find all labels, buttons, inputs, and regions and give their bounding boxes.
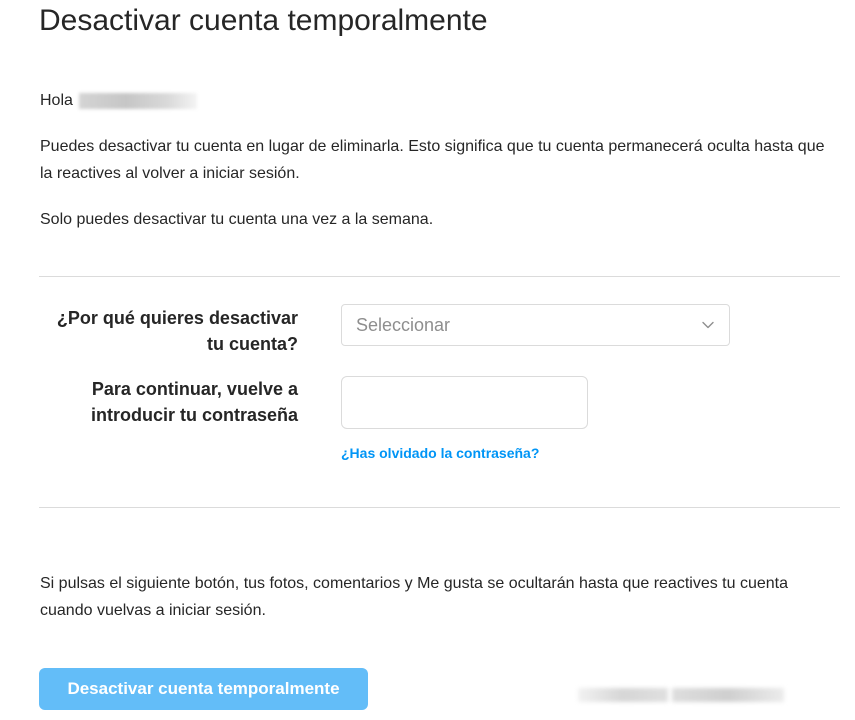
reason-select-value: Seleccionar	[356, 314, 451, 335]
redacted-footer-text	[672, 688, 784, 702]
redacted-footer-text	[578, 688, 668, 702]
chevron-down-icon	[701, 318, 715, 332]
greeting: Hola	[40, 90, 197, 112]
divider-bottom	[39, 507, 840, 508]
reason-select[interactable]: Seleccionar	[341, 304, 730, 346]
redacted-username	[78, 93, 197, 109]
deactivation-warning: Si pulsas el siguiente botón, tus fotos,…	[40, 575, 788, 619]
page-title: Desactivar cuenta temporalmente	[39, 4, 488, 37]
forgot-password-link[interactable]: ¿Has olvidado la contraseña?	[341, 444, 539, 462]
divider-top	[39, 276, 840, 277]
password-input[interactable]	[341, 376, 588, 429]
frequency-note: Solo puedes desactivar tu cuenta una vez…	[40, 211, 434, 228]
greeting-text: Hola	[40, 92, 73, 109]
deactivate-account-page: Desactivar cuenta temporalmente Hola Pue…	[0, 0, 855, 720]
reason-label: ¿Por qué quieres desactivar tu cuenta?	[56, 308, 298, 354]
deactivate-button[interactable]: Desactivar cuenta temporalmente	[39, 668, 368, 710]
password-label: Para continuar, vuelve a introducir tu c…	[90, 379, 298, 425]
intro-text: Puedes desactivar tu cuenta en lugar de …	[40, 138, 825, 182]
